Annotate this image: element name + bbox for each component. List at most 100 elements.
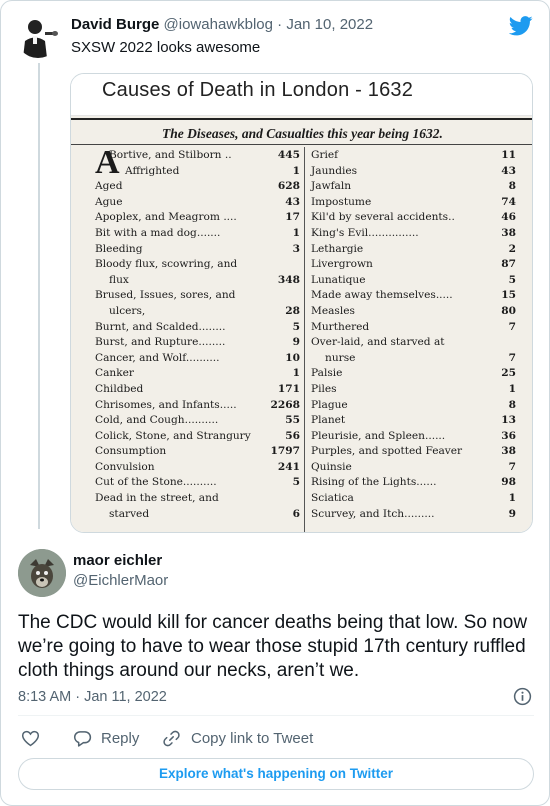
- quoted-author-handle[interactable]: @iowahawkblog: [164, 16, 273, 33]
- cause-name: Convulsion: [95, 460, 155, 473]
- bill-row: Jaundies 43: [311, 164, 516, 180]
- cause-name: Jaundies: [311, 164, 358, 177]
- death-count: 8: [508, 180, 516, 193]
- cause-name: Measles: [311, 304, 355, 317]
- bill-row: Kil'd by several accidents.. 46: [311, 210, 516, 226]
- cause-name: Lunatique: [311, 273, 366, 286]
- death-count: 87: [501, 258, 516, 271]
- bill-row: Quinsie 7: [311, 460, 516, 476]
- death-count: 17: [285, 211, 300, 224]
- cause-name: Aged: [95, 180, 123, 193]
- actions-separator: [18, 715, 534, 716]
- quoted-tweet-header: David Burge @iowahawkblog · Jan 10, 2022: [71, 15, 373, 35]
- copy-link-button[interactable]: Copy link to Tweet: [162, 728, 313, 748]
- bill-row: Cut of the Stone.......... 5: [95, 475, 300, 491]
- death-count: 43: [285, 195, 300, 208]
- reply-author-handle[interactable]: @EichlerMaor: [73, 571, 168, 591]
- bill-row: Measles 80: [311, 304, 516, 320]
- death-count: 5: [508, 273, 516, 286]
- cause-name: Burnt, and Scalded........: [95, 320, 226, 333]
- death-count: 43: [501, 164, 516, 177]
- cause-name: Murthered: [311, 320, 370, 333]
- cause-name: flux: [109, 273, 129, 286]
- reply-author-avatar[interactable]: [18, 549, 66, 597]
- cause-name: Rising of the Lights......: [311, 476, 437, 489]
- reply-author-name[interactable]: maor eichler: [73, 551, 162, 571]
- cause-name: Canker: [95, 367, 134, 380]
- bill-row: Planet 13: [311, 413, 516, 429]
- bill-row: Colick, Stone, and Strangury 56: [95, 429, 300, 445]
- cause-name: Plague: [311, 398, 348, 411]
- bill-row: Grief 11: [311, 148, 516, 164]
- bill-row: Convulsion 241: [95, 460, 300, 476]
- death-count: 13: [501, 414, 516, 427]
- explore-twitter-button[interactable]: Explore what's happening on Twitter: [18, 758, 534, 790]
- cause-name: Kil'd by several accidents..: [311, 211, 455, 224]
- bill-row: King's Evil............... 38: [311, 226, 516, 242]
- death-count: 348: [277, 273, 300, 286]
- death-count: 38: [501, 226, 516, 239]
- cause-name: Ague: [95, 195, 123, 208]
- bill-row: Impostume 74: [311, 195, 516, 211]
- bill-row: Plague 8: [311, 398, 516, 414]
- bill-row: Lunatique 5: [311, 273, 516, 289]
- death-count: 55: [285, 414, 300, 427]
- bill-row: Ague 43: [95, 195, 300, 211]
- reply-button[interactable]: Reply: [73, 728, 139, 748]
- death-count: 28: [285, 304, 300, 317]
- info-icon[interactable]: [513, 687, 532, 706]
- death-count: 98: [501, 476, 516, 489]
- cause-name: nurse: [325, 351, 356, 364]
- cause-name: Pleurisie, and Spleen......: [311, 429, 446, 442]
- bill-row: Scurvey, and Itch......... 9: [311, 507, 516, 523]
- bill-row: Brused, Issues, sores, and: [95, 288, 300, 304]
- cause-name: King's Evil...............: [311, 226, 419, 239]
- cause-name: Scurvey, and Itch.........: [311, 507, 435, 520]
- cause-name: Livergrown: [311, 258, 373, 271]
- cause-name: Palsie: [311, 367, 343, 380]
- death-count: 241: [277, 460, 300, 473]
- death-count: 10: [285, 351, 300, 364]
- bill-row: Bleeding 3: [95, 242, 300, 258]
- cause-name: Consumption: [95, 445, 167, 458]
- cause-name: Piles: [311, 382, 337, 395]
- death-count: 25: [501, 367, 516, 380]
- cause-name: Chrisomes, and Infants.....: [95, 398, 237, 411]
- death-count: 38: [501, 445, 516, 458]
- death-count: 1: [292, 164, 300, 177]
- tweet-embed-card: David Burge @iowahawkblog · Jan 10, 2022…: [0, 0, 550, 806]
- quoted-tweet-image[interactable]: Causes of Death in London - 1632 The Dis…: [70, 73, 533, 533]
- death-count: 5: [292, 320, 300, 333]
- bill-row: Purples, and spotted Feaver 38: [311, 444, 516, 460]
- column-divider: [304, 147, 305, 532]
- reply-tweet-timestamp[interactable]: 8:13 AM · Jan 11, 2022: [18, 688, 167, 706]
- death-count: 5: [292, 476, 300, 489]
- like-button[interactable]: [21, 728, 40, 748]
- death-count: 8: [508, 398, 516, 411]
- bill-row: Sciatica 1: [311, 491, 516, 507]
- thread-connector-line: [38, 63, 40, 529]
- bill-row: Over-laid, and starved at: [311, 335, 516, 351]
- bill-row: Murthered 7: [311, 320, 516, 336]
- quoted-author-avatar[interactable]: [16, 14, 60, 58]
- bill-of-mortality-scan: The Diseases, and Casualties this year b…: [71, 116, 532, 532]
- quoted-tweet-date[interactable]: Jan 10, 2022: [286, 16, 373, 33]
- twitter-bird-icon[interactable]: [509, 15, 533, 37]
- cause-name: Made away themselves.....: [311, 289, 453, 302]
- cause-name: ulcers,: [109, 304, 146, 317]
- death-count: 80: [501, 304, 516, 317]
- heart-icon: [21, 730, 40, 746]
- bill-row: starved 6: [95, 507, 300, 523]
- bill-row: Affrighted 1: [95, 164, 300, 180]
- bill-row: nurse 7: [311, 351, 516, 367]
- left-column: Bortive, and Stilborn .. 445 Affrighted 1 Ag…: [95, 148, 300, 522]
- death-count: 36: [501, 429, 516, 442]
- cause-name: Dead in the street, and: [95, 492, 219, 505]
- death-count: 2268: [270, 398, 301, 411]
- scan-heading-rule: [71, 144, 532, 145]
- bill-row: Consumption 1797: [95, 444, 300, 460]
- bill-row: ulcers, 28: [95, 304, 300, 320]
- bill-row: Lethargie 2: [311, 242, 516, 258]
- quoted-author-name[interactable]: David Burge: [71, 16, 159, 33]
- cause-name: Purples, and spotted Feaver: [311, 445, 463, 458]
